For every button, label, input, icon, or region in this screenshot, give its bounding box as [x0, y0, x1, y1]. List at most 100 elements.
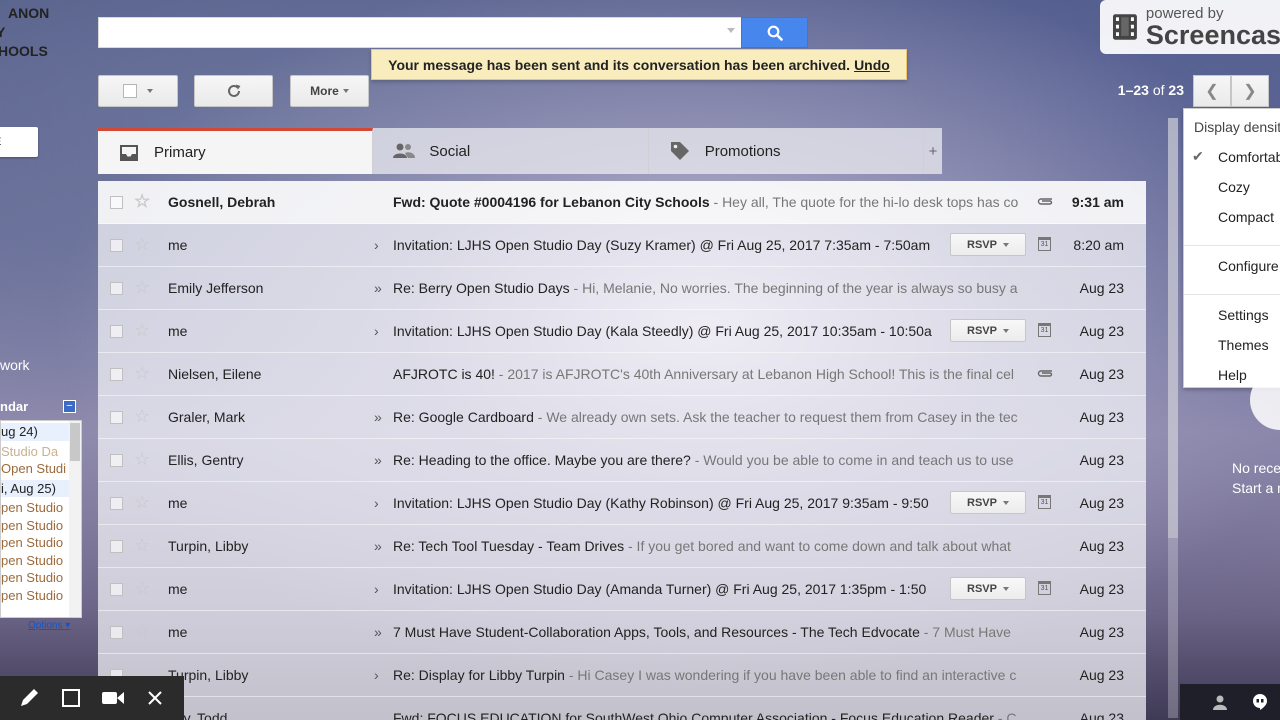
- star-icon[interactable]: ☆: [134, 621, 150, 642]
- collapse-icon[interactable]: −: [63, 400, 76, 413]
- message-checkbox[interactable]: [110, 281, 123, 295]
- screencast-recorder-toolbar: [0, 676, 184, 720]
- sidebar-label-work[interactable]: work: [0, 357, 30, 373]
- menu-item-cozy[interactable]: Cozy: [1184, 179, 1280, 209]
- undo-link[interactable]: Undo: [854, 57, 890, 73]
- compose-button[interactable]: E: [0, 127, 38, 157]
- person-icon[interactable]: [1212, 694, 1228, 710]
- add-tab-button[interactable]: +: [924, 128, 942, 174]
- square-icon[interactable]: [56, 683, 86, 713]
- message-row[interactable]: ☆ me › Invitation: LJHS Open Studio Day (Ka…: [98, 482, 1146, 525]
- start-new-chat-link[interactable]: Start a new one: [1232, 478, 1280, 498]
- importance-marker-icon[interactable]: »: [374, 538, 386, 554]
- star-icon[interactable]: ☆: [134, 234, 150, 255]
- more-button[interactable]: More: [290, 75, 369, 107]
- message-row[interactable]: ☆ Graler, Mark » Re: Google Cardboard - We …: [98, 396, 1146, 439]
- message-date: Aug 23: [1079, 710, 1124, 720]
- message-subject: Invitation: LJHS Open Studio Day (Suzy K…: [393, 237, 931, 253]
- message-row[interactable]: ☆ me › Invitation: LJHS Open Studio Day (Am…: [98, 568, 1146, 611]
- message-row[interactable]: ☆ Turpin, Libby › Re: Display for Libby Tur…: [98, 654, 1146, 697]
- message-checkbox[interactable]: [110, 410, 123, 424]
- message-list-scrollbar[interactable]: [1168, 118, 1178, 718]
- search-options-caret-icon[interactable]: [727, 28, 735, 33]
- newer-button[interactable]: ❮: [1193, 75, 1231, 107]
- message-sender: me: [168, 581, 188, 597]
- star-icon[interactable]: ☆: [134, 277, 150, 298]
- star-icon[interactable]: ☆: [134, 406, 150, 427]
- importance-marker-icon[interactable]: »: [374, 452, 386, 468]
- select-all-checkbox[interactable]: [123, 84, 137, 98]
- older-button[interactable]: ❯: [1231, 75, 1269, 107]
- school-logo[interactable]: ANON Y HOOLS: [0, 4, 80, 61]
- rsvp-button[interactable]: RSVP: [950, 577, 1026, 600]
- star-icon[interactable]: ☆: [134, 578, 150, 599]
- message-checkbox[interactable]: [110, 195, 123, 209]
- search-input[interactable]: [98, 17, 742, 48]
- menu-divider: [1184, 245, 1280, 246]
- pen-icon[interactable]: [14, 683, 44, 713]
- message-subject: Re: Tech Tool Tuesday - Team Drives: [393, 538, 625, 554]
- message-subject-line: 7 Must Have Student-Collaboration Apps, …: [393, 624, 1033, 640]
- menu-item-compact[interactable]: Compact: [1184, 209, 1280, 239]
- select-all-button[interactable]: [98, 75, 178, 107]
- close-icon[interactable]: [140, 683, 170, 713]
- menu-item-label: Comfortable: [1218, 149, 1280, 165]
- scrollbar-thumb[interactable]: [70, 423, 80, 461]
- tab-primary[interactable]: Primary: [98, 128, 374, 174]
- message-row[interactable]: ☆ Gosnell, Debrah Fwd: Quote #0004196 for …: [98, 181, 1146, 224]
- message-row[interactable]: ☆ Turpin, Libby » Re: Tech Tool Tuesday - T…: [98, 525, 1146, 568]
- message-checkbox[interactable]: [110, 238, 123, 252]
- tab-social[interactable]: Social: [373, 128, 649, 174]
- rsvp-button[interactable]: RSVP: [950, 319, 1026, 342]
- message-subject-line: Re: Display for Libby Turpin - Hi Casey …: [393, 667, 1033, 683]
- star-icon[interactable]: ☆: [134, 320, 150, 341]
- message-row[interactable]: ☆ Nielsen, Eilene AFJROTC is 40! - 2017 is…: [98, 353, 1146, 396]
- importance-marker-icon[interactable]: »: [374, 624, 386, 640]
- importance-marker-icon[interactable]: ›: [374, 323, 386, 339]
- menu-item-themes[interactable]: Themes: [1184, 337, 1280, 367]
- message-row[interactable]: ☆ Emily Jefferson » Re: Berry Open Studio D…: [98, 267, 1146, 310]
- refresh-button[interactable]: [194, 75, 273, 107]
- menu-item-comfortable[interactable]: ✔ Comfortable: [1184, 148, 1280, 179]
- search-button[interactable]: [741, 17, 808, 48]
- message-row[interactable]: ☆ Ellis, Gentry » Re: Heading to the office…: [98, 439, 1146, 482]
- tab-promotions[interactable]: Promotions: [648, 128, 925, 174]
- message-checkbox[interactable]: [110, 539, 123, 553]
- importance-marker-icon[interactable]: ›: [374, 237, 386, 253]
- message-checkbox[interactable]: [110, 367, 123, 381]
- chat-empty-state: No recent chats Start a new one: [1232, 458, 1280, 498]
- star-icon[interactable]: ☆: [134, 535, 150, 556]
- calendar-options-link[interactable]: Options ▾: [28, 620, 70, 631]
- message-row[interactable]: ☆ me › Invitation: LJHS Open Studio Day (Ka…: [98, 310, 1146, 353]
- importance-marker-icon[interactable]: »: [374, 409, 386, 425]
- rsvp-button[interactable]: RSVP: [950, 491, 1026, 514]
- message-checkbox[interactable]: [110, 496, 123, 510]
- message-checkbox[interactable]: [110, 582, 123, 596]
- rsvp-button[interactable]: RSVP: [950, 233, 1026, 256]
- calendar-icon: 31: [1038, 581, 1051, 595]
- calendar-scrollbar[interactable]: [69, 421, 81, 617]
- message-checkbox[interactable]: [110, 453, 123, 467]
- message-row[interactable]: ☆ me › Invitation: LJHS Open Studio Day (Su…: [98, 224, 1146, 267]
- importance-marker-icon[interactable]: ›: [374, 495, 386, 511]
- star-icon[interactable]: ☆: [134, 449, 150, 470]
- message-row[interactable]: ☆hey, ToddFwd: FOCUS EDUCATION for South…: [98, 697, 1146, 720]
- menu-item-label: Help: [1218, 367, 1247, 383]
- message-row[interactable]: ☆ me » 7 Must Have Student-Collaboration Ap…: [98, 611, 1146, 654]
- star-icon[interactable]: ☆: [134, 492, 150, 513]
- star-icon[interactable]: ☆: [134, 363, 150, 384]
- importance-marker-icon[interactable]: »: [374, 280, 386, 296]
- message-subject: Fwd: FOCUS EDUCATION for SouthWest Ohio …: [393, 710, 994, 720]
- star-icon[interactable]: ☆: [134, 191, 150, 212]
- importance-marker-icon[interactable]: ›: [374, 667, 386, 683]
- message-sender: me: [168, 495, 188, 511]
- message-checkbox[interactable]: [110, 625, 123, 639]
- menu-item-settings[interactable]: Settings: [1184, 307, 1280, 337]
- scrollbar-thumb[interactable]: [1168, 118, 1178, 538]
- video-camera-icon[interactable]: [98, 683, 128, 713]
- hangouts-icon[interactable]: [1251, 693, 1269, 711]
- calendar-icon: 31: [1038, 323, 1051, 337]
- message-checkbox[interactable]: [110, 324, 123, 338]
- importance-marker-icon[interactable]: ›: [374, 581, 386, 597]
- menu-item-configure-inbox[interactable]: Configure inbox: [1184, 258, 1280, 288]
